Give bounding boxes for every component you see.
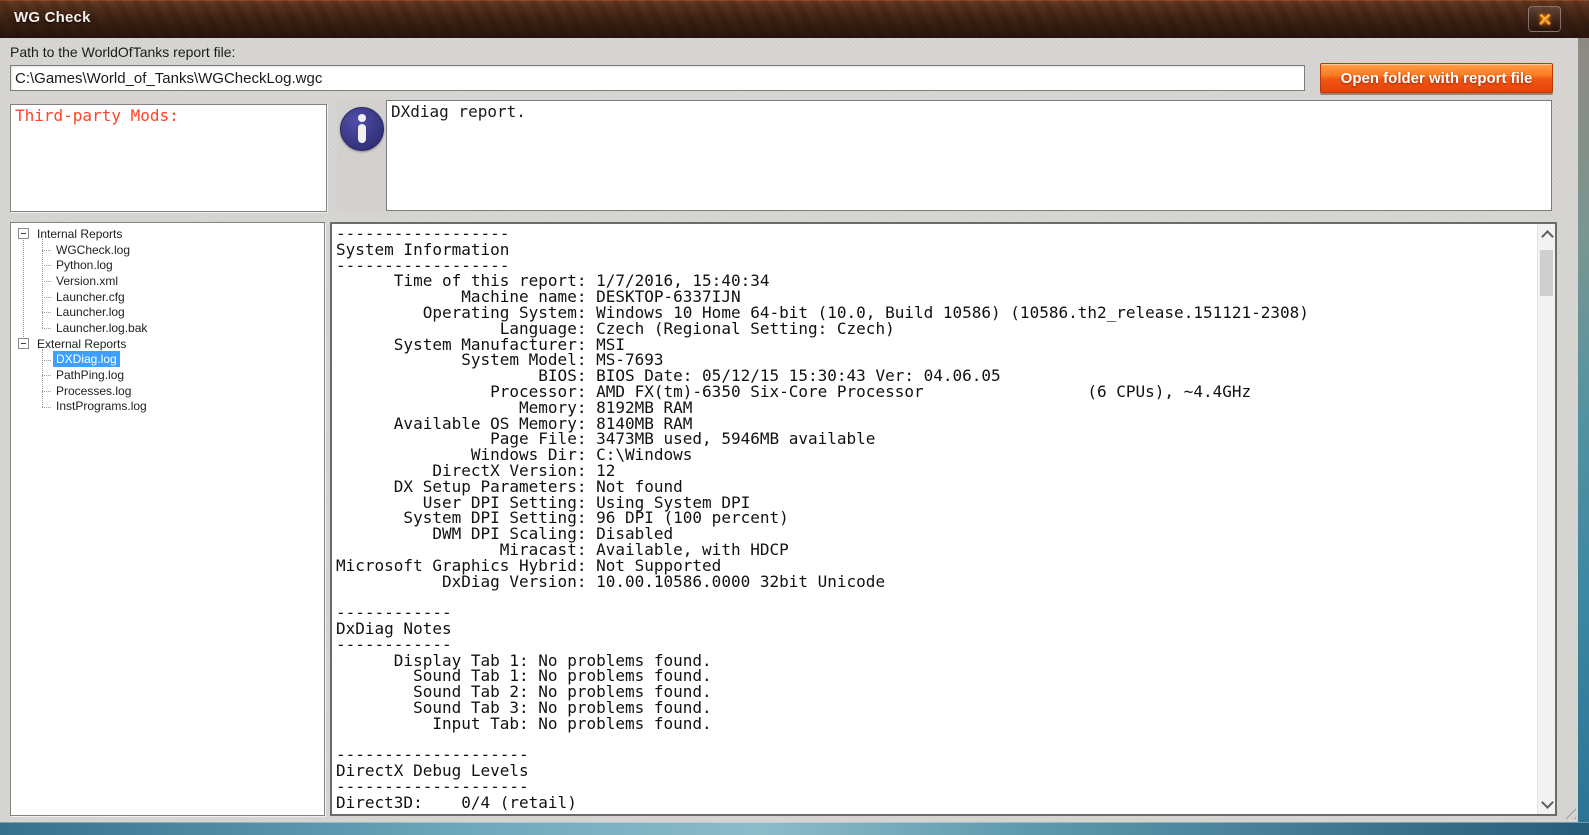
collapse-icon[interactable] [18, 338, 29, 349]
description-text: DXdiag report. [387, 101, 1551, 123]
close-icon [1539, 13, 1551, 25]
report-tree: Internal Reports WGCheck.log Python.log … [11, 223, 324, 414]
scrollbar-thumb[interactable] [1540, 250, 1553, 296]
report-path-input[interactable] [10, 65, 1305, 91]
tree-item-instprograms-log[interactable]: InstPrograms.log [11, 399, 324, 415]
path-label: Path to the WorldOfTanks report file: [10, 44, 235, 60]
tree-item-external-reports[interactable]: External Reports [11, 336, 324, 352]
resize-grip[interactable] [1560, 803, 1576, 819]
tree-item-launcher-cfg[interactable]: Launcher.cfg [11, 289, 324, 305]
chevron-down-icon [1541, 796, 1554, 809]
title-bar: WG Check [0, 0, 1589, 38]
third-party-mods-box[interactable]: Third-party Mods: [10, 104, 327, 212]
tree-item-wgcheck-log[interactable]: WGCheck.log [11, 242, 324, 258]
window-title: WG Check [14, 9, 91, 26]
tree-item-internal-reports[interactable]: Internal Reports [11, 226, 324, 242]
tree-item-pathping-log[interactable]: PathPing.log [11, 367, 324, 383]
tree-item-dxdiag-log[interactable]: DXDiag.log [11, 352, 324, 368]
report-text[interactable]: ------------------ System Information --… [332, 224, 1555, 814]
report-viewer[interactable]: ------------------ System Information --… [330, 222, 1557, 816]
tree-item-python-log[interactable]: Python.log [11, 257, 324, 273]
open-folder-button[interactable]: Open folder with report file [1320, 63, 1553, 93]
tree-item-launcher-log[interactable]: Launcher.log [11, 304, 324, 320]
desktop-edge-right [1578, 38, 1589, 835]
third-party-mods-text: Third-party Mods: [11, 105, 326, 127]
close-button[interactable] [1528, 6, 1561, 32]
tree-item-processes-log[interactable]: Processes.log [11, 383, 324, 399]
collapse-icon[interactable] [18, 228, 29, 239]
vertical-scrollbar[interactable] [1537, 224, 1555, 814]
info-icon [340, 107, 384, 151]
info-icon-panel [337, 100, 386, 211]
desktop-edge-bottom [0, 822, 1589, 835]
scroll-up-button[interactable] [1538, 226, 1555, 243]
chevron-up-icon [1541, 230, 1554, 243]
report-tree-panel: Internal Reports WGCheck.log Python.log … [10, 222, 325, 816]
scroll-down-button[interactable] [1538, 795, 1555, 812]
wg-check-window: WG Check Path to the WorldOfTanks report… [0, 0, 1589, 835]
tree-group-external: DXDiag.log PathPing.log Processes.log In… [11, 352, 324, 415]
tree-group-internal: WGCheck.log Python.log Version.xml Launc… [11, 242, 324, 336]
tree-item-launcher-log-bak[interactable]: Launcher.log.bak [11, 320, 324, 336]
tree-item-version-xml[interactable]: Version.xml [11, 273, 324, 289]
description-box[interactable]: DXdiag report. [386, 100, 1552, 211]
